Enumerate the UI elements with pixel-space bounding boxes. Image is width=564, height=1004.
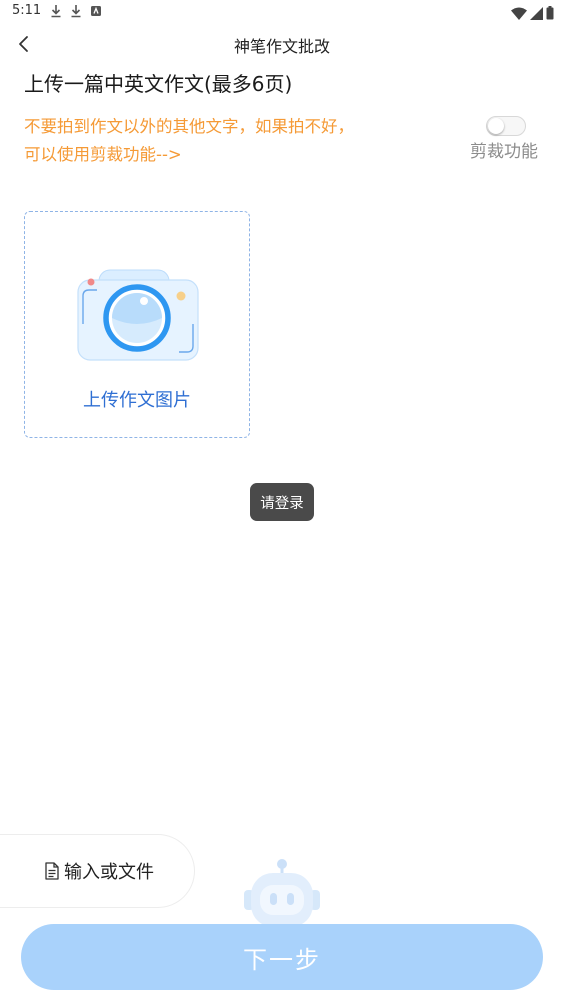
robot-icon[interactable]: [243, 858, 321, 930]
crop-toggle-label: 剪裁功能: [470, 142, 538, 162]
status-time: 5:11: [12, 3, 42, 18]
camera-icon: [77, 269, 199, 361]
document-icon: [45, 862, 59, 880]
photo-tip-line-2: 可以使用剪裁功能-->: [24, 145, 182, 164]
app-bar: 神笔作文批改: [0, 24, 564, 64]
photo-tip: 不要拍到作文以外的其他文字，如果拍不好， 可以使用剪裁功能-->: [24, 113, 444, 169]
signal-icon: [530, 5, 543, 24]
status-notification-icons: [50, 4, 102, 21]
next-step-label: 下一步: [243, 945, 321, 974]
download-icon: [70, 4, 82, 21]
crop-toggle[interactable]: [486, 116, 526, 136]
login-toast: 请登录: [250, 483, 314, 521]
upload-image-box[interactable]: 上传作文图片: [24, 211, 250, 438]
download-icon: [50, 4, 62, 21]
next-step-button[interactable]: 下一步: [21, 924, 543, 990]
upload-heading: 上传一篇中英文作文(最多6页): [24, 72, 293, 96]
upload-label: 上传作文图片: [83, 390, 191, 411]
status-bar: 5:11: [0, 0, 564, 24]
battery-icon: [546, 5, 554, 24]
toggle-knob: [488, 118, 504, 134]
photo-tip-line-1: 不要拍到作文以外的其他文字，如果拍不好，: [24, 117, 354, 136]
input-or-file-label: 输入或文件: [64, 862, 154, 883]
input-or-file-button[interactable]: 输入或文件: [0, 834, 195, 908]
page-title: 神笔作文批改: [233, 37, 330, 56]
notification-app-icon: [90, 5, 102, 20]
status-system-icons: [511, 5, 554, 24]
wifi-icon: [511, 5, 527, 24]
